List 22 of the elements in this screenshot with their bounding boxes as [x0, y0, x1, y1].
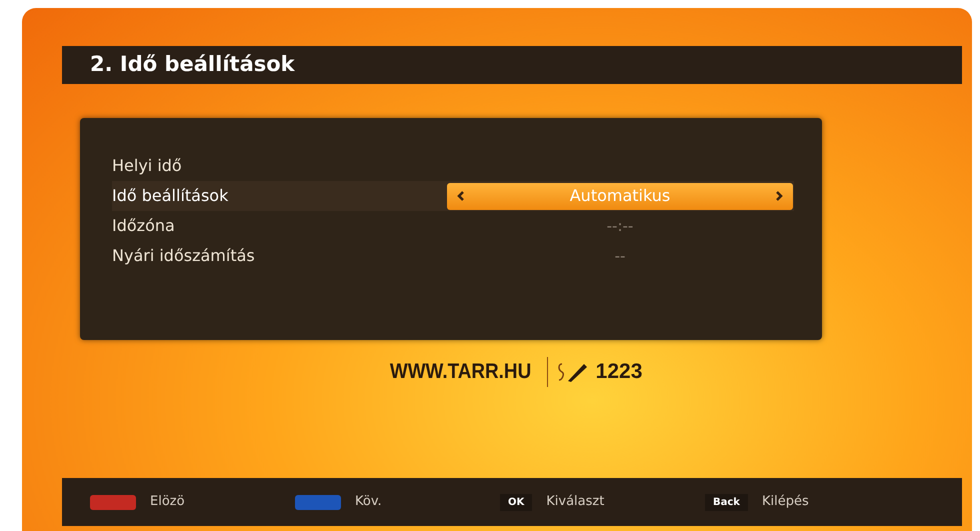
setting-label: Helyi idő [112, 155, 183, 177]
key-hint: Kilépés [762, 493, 809, 512]
setting-row[interactable]: Helyi idő [112, 151, 794, 181]
remote-key: Back [705, 494, 748, 510]
setting-label: Időzóna [112, 215, 176, 237]
remote-key: OK [500, 494, 532, 510]
setting-row[interactable]: Idő beállítások Automatikus [112, 181, 794, 211]
setting-value: Automatikus [570, 185, 670, 207]
website-url: WWW.TARR.HU [389, 359, 531, 385]
setting-row[interactable]: Időzóna --:-- [112, 211, 794, 241]
setting-value: --:-- [606, 216, 634, 237]
setting-label: Nyári időszámítás [112, 245, 256, 267]
page-title: 2. Idő beállítások [90, 51, 295, 78]
key-hint: Kiválaszt [546, 493, 604, 512]
setting-label: Idő beállítások [112, 185, 230, 207]
right-chevron-icon[interactable] [774, 191, 783, 201]
setting-value: -- [614, 246, 626, 267]
setting-row[interactable]: Nyári időszámítás -- [112, 241, 794, 271]
key-hint: Elözö [150, 493, 185, 512]
key-hint: Köv. [355, 493, 382, 512]
left-chevron-icon[interactable] [457, 191, 465, 201]
phone-number: 1223 [596, 359, 642, 385]
